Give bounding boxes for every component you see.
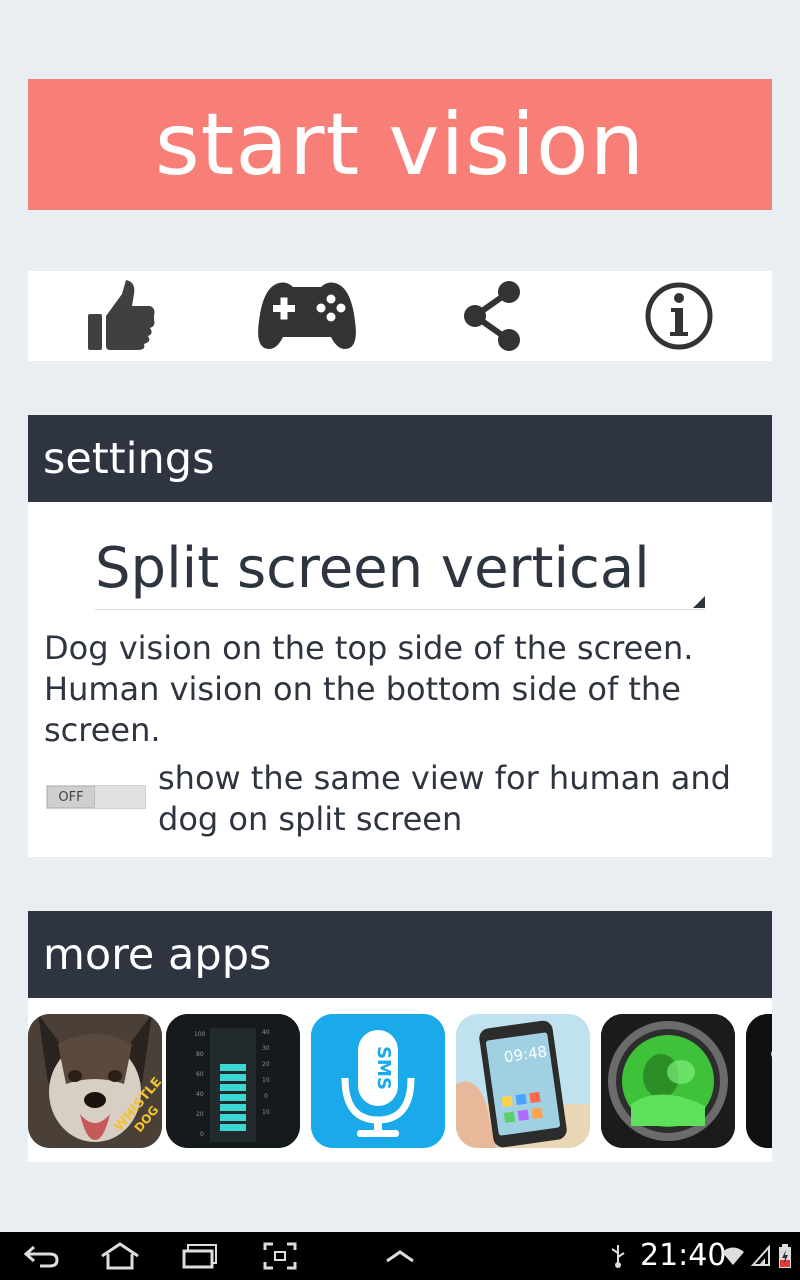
more-apps-list: WHISTLE DOG 100 80 60 40 20 0 40 30 20 10 0 10 <box>28 998 772 1162</box>
usb-icon <box>611 1245 625 1268</box>
night-vision-app-icon[interactable] <box>601 1014 735 1148</box>
svg-text:20: 20 <box>262 1061 270 1068</box>
svg-text:60: 60 <box>196 1071 204 1078</box>
home-button[interactable] <box>96 1232 144 1280</box>
svg-text:80: 80 <box>196 1051 204 1058</box>
menu-up-button[interactable] <box>382 1232 418 1280</box>
more-apps-title: more apps <box>43 929 272 980</box>
usb-status <box>606 1232 630 1280</box>
svg-text:30: 30 <box>262 1045 270 1052</box>
start-vision-button[interactable]: start vision <box>28 79 772 210</box>
mode-description: Dog vision on the top side of the screen… <box>44 629 694 749</box>
svg-text:10: 10 <box>262 1109 270 1116</box>
dog-face-icon: WHISTLE DOG <box>28 1014 162 1148</box>
toggle-state: OFF <box>47 786 95 808</box>
same-view-label: show the same view for human and dog on … <box>158 759 731 838</box>
level-meter-app-icon[interactable]: 100 80 60 40 20 0 40 30 20 10 0 10 <box>166 1014 300 1148</box>
svg-text:10: 10 <box>262 1077 270 1084</box>
start-vision-label: start vision <box>154 94 646 195</box>
back-icon <box>23 1245 59 1268</box>
sms-voice-app-icon[interactable]: SMS <box>311 1014 445 1148</box>
more-apps-header: more apps <box>28 911 772 998</box>
view-mode-value: Split screen vertical <box>95 536 650 601</box>
view-mode-dropdown[interactable]: Split screen vertical <box>95 532 705 610</box>
info-icon <box>645 282 713 350</box>
svg-text:SMS: SMS <box>373 1046 394 1090</box>
svg-text:100: 100 <box>194 1031 206 1038</box>
recent-apps-icon <box>182 1244 217 1269</box>
svg-text:40: 40 <box>196 1091 204 1098</box>
dropdown-corner-icon <box>693 596 705 608</box>
svg-text:0: 0 <box>264 1093 268 1100</box>
settings-title: settings <box>43 433 215 484</box>
recent-apps-button[interactable] <box>178 1232 222 1280</box>
microphone-icon: SMS <box>311 1014 445 1148</box>
system-navigation-bar: 21:40 <box>0 1232 800 1280</box>
settings-panel: Split screen vertical Dog vision on the … <box>28 502 772 857</box>
like-button[interactable] <box>28 271 214 361</box>
wifi-icon <box>722 1247 744 1265</box>
screenshot-button[interactable] <box>260 1232 300 1280</box>
signal-status <box>750 1232 772 1280</box>
games-button[interactable] <box>214 271 400 361</box>
meter-bars-icon: 1008060 40200 403020 10010 <box>166 1014 300 1148</box>
phone-in-hand-icon: 09:48 <box>456 1014 590 1148</box>
transparent-screen-app-icon[interactable]: 09:48 <box>456 1014 590 1148</box>
gamepad-icon <box>258 282 356 349</box>
wifi-status <box>720 1232 746 1280</box>
status-clock: 21:40 <box>640 1238 727 1273</box>
partial-app-icon[interactable] <box>746 1014 772 1148</box>
share-button[interactable] <box>400 271 586 361</box>
thumbs-up-icon <box>88 280 155 350</box>
svg-text:0: 0 <box>200 1131 204 1138</box>
chevron-up-icon <box>386 1250 414 1263</box>
settings-header: settings <box>28 415 772 502</box>
signal-icon <box>751 1245 770 1266</box>
partial-app-graphic-icon <box>746 1014 772 1148</box>
home-icon <box>101 1242 139 1270</box>
same-view-toggle[interactable]: OFF <box>46 785 146 809</box>
screenshot-icon <box>263 1242 297 1270</box>
whistle-for-dog-app-icon[interactable]: WHISTLE DOG <box>28 1014 162 1148</box>
night-vision-scope-icon <box>601 1014 735 1148</box>
back-button[interactable] <box>18 1232 64 1280</box>
action-toolbar <box>28 271 772 361</box>
info-button[interactable] <box>586 271 772 361</box>
share-icon <box>464 281 520 351</box>
svg-text:20: 20 <box>196 1111 204 1118</box>
battery-status <box>776 1232 794 1280</box>
svg-text:40: 40 <box>262 1029 270 1036</box>
battery-charging-icon <box>779 1244 791 1268</box>
